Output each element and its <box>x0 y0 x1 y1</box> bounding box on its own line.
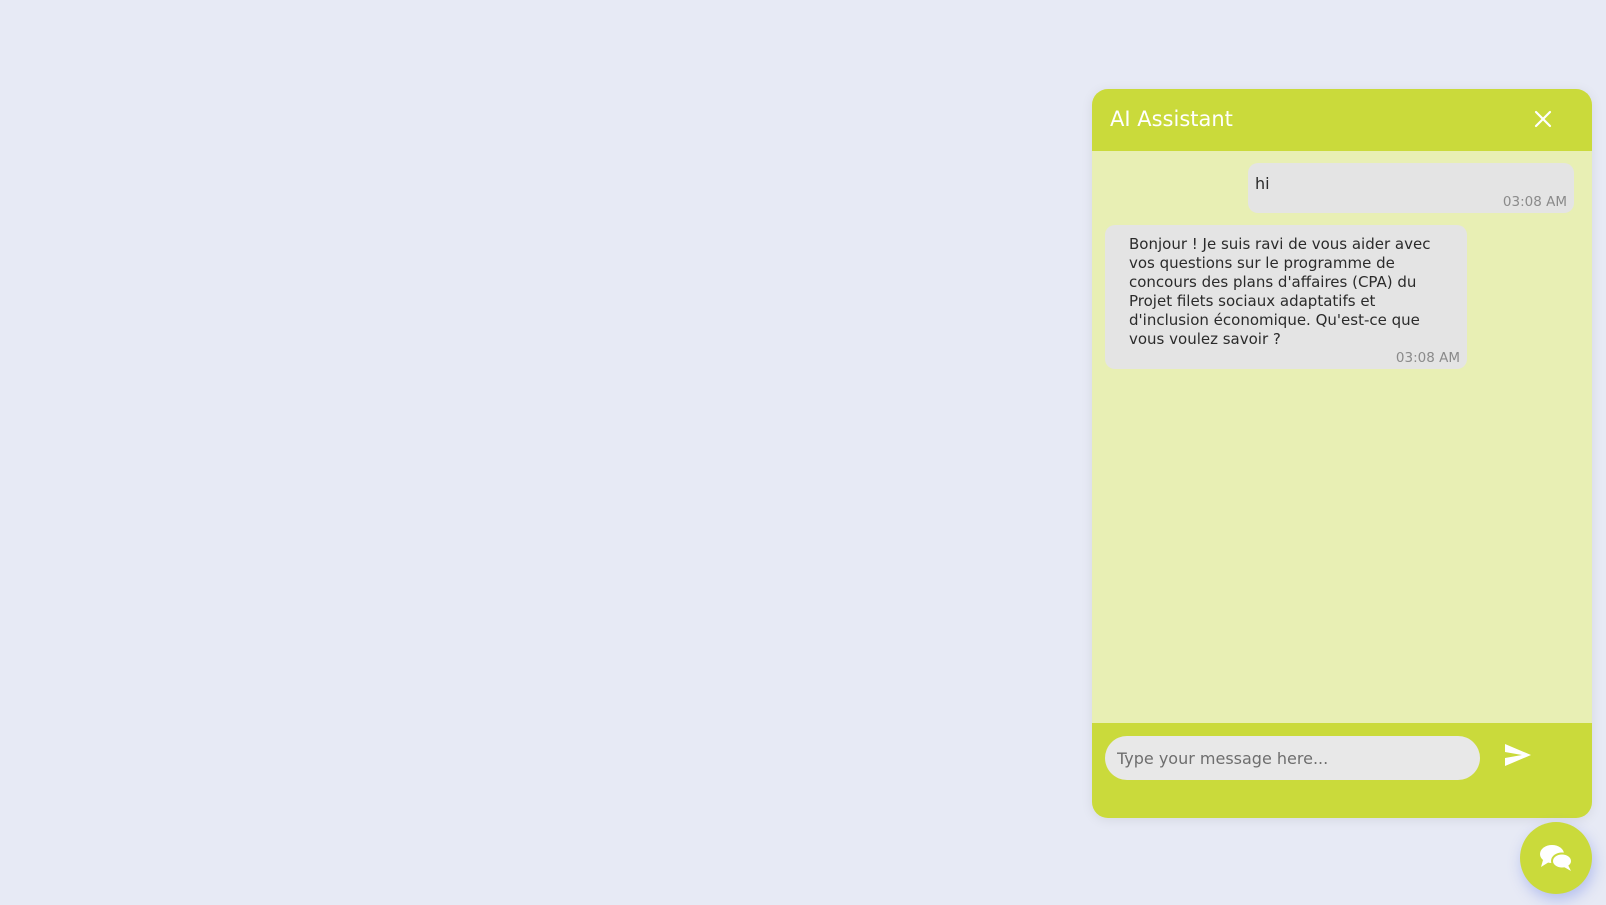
chat-header: AI Assistant <box>1092 89 1592 151</box>
message-timestamp: 03:08 AM <box>1502 194 1567 210</box>
chat-title: AI Assistant <box>1110 107 1233 131</box>
close-button[interactable] <box>1528 104 1558 134</box>
assistant-message: Bonjour ! Je suis ravi de vous aider ave… <box>1105 225 1467 369</box>
close-icon <box>1534 110 1552 128</box>
chat-bubbles-icon <box>1540 845 1573 871</box>
chat-launcher-button[interactable] <box>1520 822 1592 894</box>
message-text: hi <box>1255 174 1270 193</box>
composer <box>1092 723 1592 818</box>
chat-window: AI Assistant hi 03:08 AM Bonjour ! Je su… <box>1092 89 1592 818</box>
user-message: hi 03:08 AM <box>1248 163 1574 213</box>
send-icon <box>1505 744 1531 766</box>
message-timestamp: 03:08 AM <box>1395 350 1460 366</box>
message-list[interactable]: hi 03:08 AM Bonjour ! Je suis ravi de vo… <box>1092 151 1592 722</box>
message-input[interactable] <box>1105 736 1480 780</box>
send-button[interactable] <box>1502 740 1534 772</box>
message-text: Bonjour ! Je suis ravi de vous aider ave… <box>1129 235 1431 348</box>
